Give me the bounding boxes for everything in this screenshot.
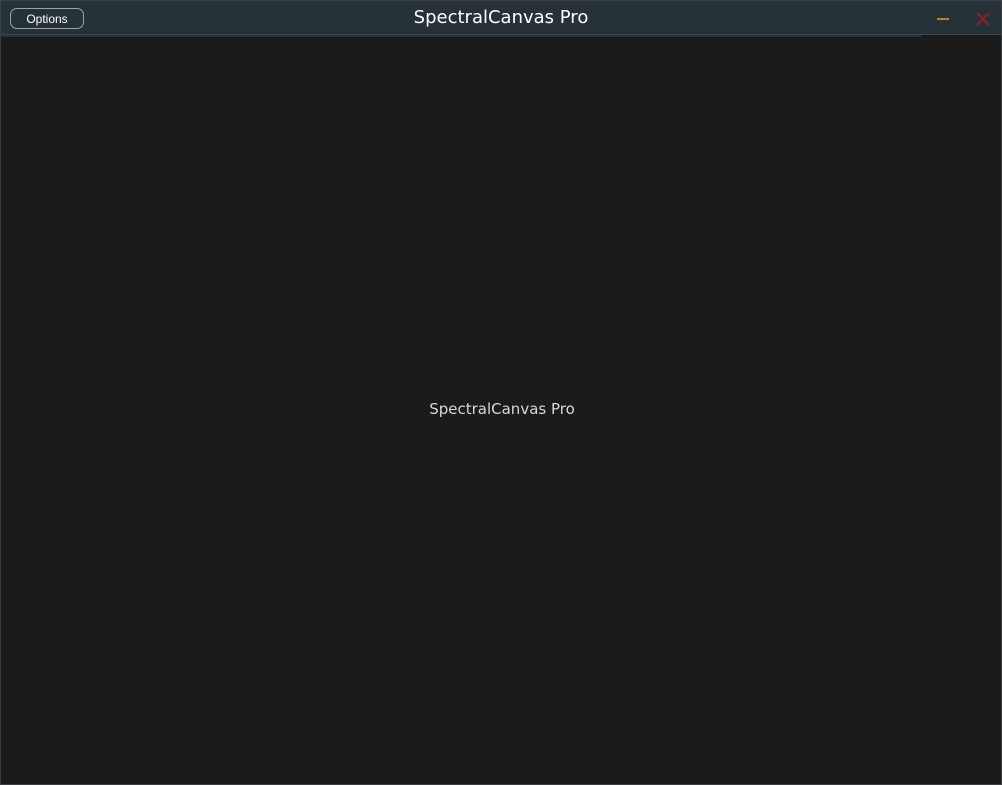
canvas-placeholder-label: SpectralCanvas Pro: [429, 400, 575, 418]
window-title: SpectralCanvas Pro: [413, 7, 589, 28]
close-icon: [976, 12, 990, 26]
minimize-icon: [937, 18, 949, 20]
close-button[interactable]: [973, 9, 993, 29]
minimize-button[interactable]: [933, 10, 953, 28]
main-canvas[interactable]: SpectralCanvas Pro: [1, 37, 1001, 784]
title-bar: Options SpectralCanvas Pro: [1, 1, 1001, 35]
app-window: Options SpectralCanvas Pro SpectralCanva…: [0, 0, 1002, 785]
